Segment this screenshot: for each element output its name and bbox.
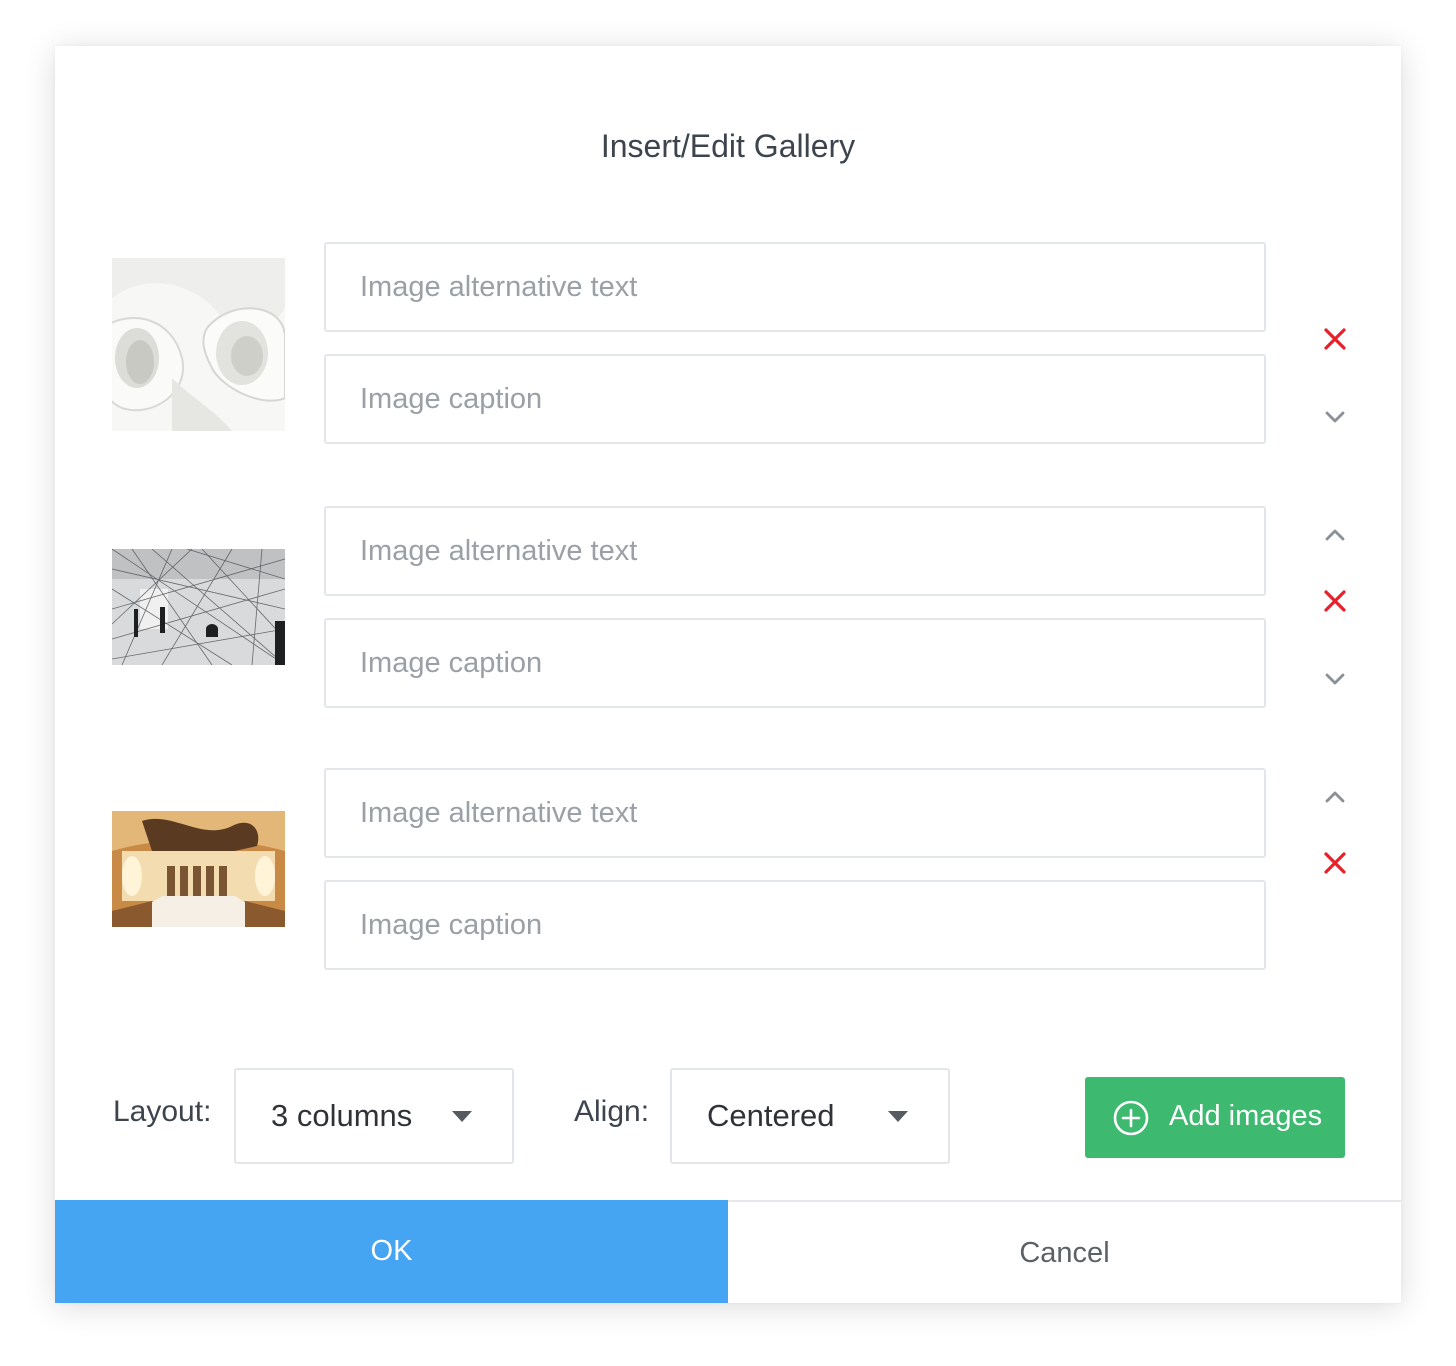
move-down-icon[interactable]: [1318, 400, 1352, 434]
caret-down-icon: [888, 1111, 908, 1122]
image-thumbnail: [112, 811, 285, 927]
gallery-dialog: Insert/Edit Gallery Image alternative te…: [55, 46, 1401, 1303]
dialog-footer: OK Cancel: [55, 1200, 1401, 1303]
cancel-button[interactable]: Cancel: [728, 1200, 1401, 1303]
caret-down-icon: [452, 1111, 472, 1122]
image-alt-input[interactable]: [324, 768, 1266, 858]
add-images-button[interactable]: Add images: [1085, 1077, 1345, 1158]
move-up-icon[interactable]: [1318, 780, 1352, 814]
gallery-image-row: [55, 242, 1401, 452]
gallery-image-row: [55, 766, 1401, 976]
image-alt-input[interactable]: [324, 242, 1266, 332]
layout-select-value: 3 columns: [271, 1098, 413, 1133]
ok-button[interactable]: OK: [55, 1200, 728, 1303]
remove-icon[interactable]: [1318, 584, 1352, 618]
layout-select[interactable]: 3 columns: [234, 1068, 514, 1164]
remove-icon[interactable]: [1318, 846, 1352, 880]
dialog-title: Insert/Edit Gallery: [600, 128, 856, 164]
gallery-image-row: [55, 504, 1401, 714]
image-caption-input[interactable]: [324, 618, 1266, 708]
plus-circle-icon: [1112, 1099, 1150, 1142]
image-caption-input[interactable]: [324, 354, 1266, 444]
image-caption-input[interactable]: [324, 880, 1266, 970]
align-label: Align:: [574, 1095, 650, 1128]
layout-label: Layout:: [113, 1095, 212, 1128]
align-select-value: Centered: [707, 1098, 835, 1133]
align-select[interactable]: Centered: [670, 1068, 950, 1164]
move-up-icon[interactable]: [1318, 518, 1352, 552]
image-thumbnail: [112, 549, 285, 665]
image-thumbnail: [112, 258, 285, 431]
move-down-icon[interactable]: [1318, 662, 1352, 696]
remove-icon[interactable]: [1318, 322, 1352, 356]
add-images-label: Add images: [1169, 1100, 1323, 1132]
image-alt-input[interactable]: [324, 506, 1266, 596]
